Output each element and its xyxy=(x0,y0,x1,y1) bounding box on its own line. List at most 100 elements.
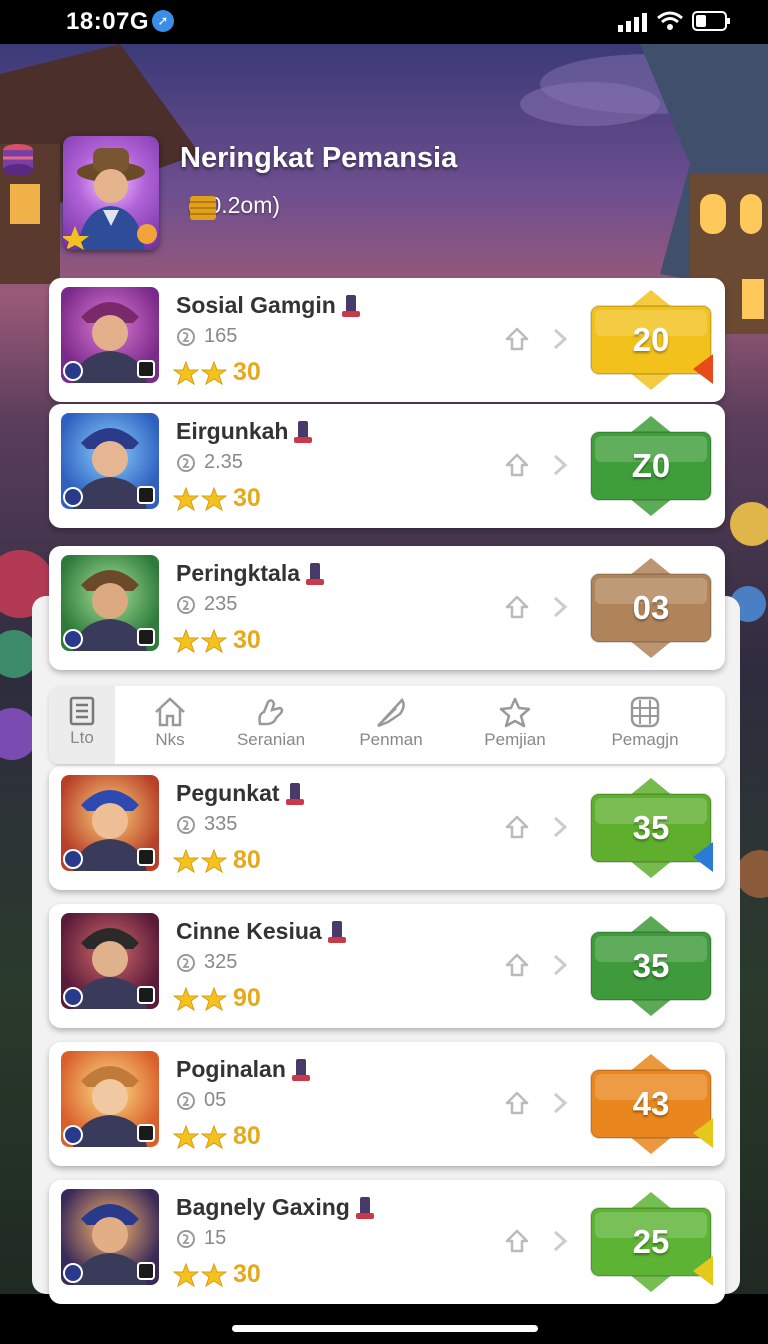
rank-badge[interactable]: 35 xyxy=(589,916,713,1016)
hand-icon xyxy=(258,699,284,726)
arrow-up-icon[interactable] xyxy=(504,594,530,620)
tab-pemjian[interactable]: Pemjian xyxy=(467,686,563,764)
player-stat: 2.35 xyxy=(204,451,243,473)
player-card[interactable]: Eirgunkah 2.35 30 Z0 xyxy=(49,404,725,528)
stat-icon xyxy=(177,815,195,834)
signal-icon xyxy=(618,13,647,32)
status-time: 18:07G xyxy=(66,8,150,35)
trophy-icon xyxy=(327,920,346,943)
player-name-row: Poginalan xyxy=(176,1056,312,1083)
arrow-up-icon[interactable] xyxy=(504,326,530,352)
player-name-row: Cinne Kesiua xyxy=(176,918,348,945)
coin-stack-icon xyxy=(190,196,216,220)
player-name: Pegunkat xyxy=(176,780,280,806)
player-stars-row: 80 xyxy=(173,1122,261,1151)
rank-badge[interactable]: 20 xyxy=(589,290,713,390)
feather-icon xyxy=(377,697,405,728)
player-stat: 15 xyxy=(204,1227,227,1249)
player-card[interactable]: Sosial Gamgin 165 30 20 xyxy=(49,278,725,402)
tab-label: Seranian xyxy=(236,730,306,749)
rank-badge[interactable]: 43 xyxy=(589,1054,713,1154)
player-stat: 325 xyxy=(204,951,238,973)
player-stars-row: 80 xyxy=(173,846,261,875)
player-card[interactable]: Peringktala 235 30 03 xyxy=(49,546,725,670)
rank-badge[interactable]: Z0 xyxy=(589,416,713,516)
player-name-row: Eirgunkah xyxy=(176,418,314,445)
rank-value: 35 xyxy=(632,947,670,984)
player-name: Poginalan xyxy=(176,1056,286,1082)
chevron-right-icon[interactable] xyxy=(550,326,570,352)
chevron-right-icon[interactable] xyxy=(550,1090,570,1116)
player-stat-row: 2.35 xyxy=(176,451,243,474)
battery-icon xyxy=(692,11,730,31)
player-stat-row: 325 xyxy=(176,951,237,974)
player-stars: 30 xyxy=(233,484,261,512)
player-name: Bagnely Gaxing xyxy=(176,1194,350,1220)
arrow-up-icon[interactable] xyxy=(504,452,530,478)
rank-value: 43 xyxy=(632,1085,670,1122)
player-name-row: Sosial Gamgin xyxy=(176,292,362,319)
player-stat-row: 335 xyxy=(176,813,237,836)
chevron-right-icon[interactable] xyxy=(550,1228,570,1254)
rank-badge[interactable]: 03 xyxy=(589,558,713,658)
player-card[interactable]: Bagnely Gaxing 15 30 25 xyxy=(49,1180,725,1304)
rank-badge[interactable]: 25 xyxy=(589,1192,713,1292)
tab-nks[interactable]: Nks xyxy=(129,686,211,764)
chevron-right-icon[interactable] xyxy=(550,594,570,620)
star-icon xyxy=(173,848,199,873)
player-name-row: Pegunkat xyxy=(176,780,306,807)
chevron-right-icon[interactable] xyxy=(550,952,570,978)
tab-pemagjn[interactable]: Pemagjn xyxy=(597,686,693,764)
player-name: Cinne Kesiua xyxy=(176,918,322,944)
chevron-right-icon[interactable] xyxy=(550,814,570,840)
grid-icon xyxy=(630,696,660,728)
player-stat-row: 165 xyxy=(176,325,237,348)
star-icon xyxy=(201,628,227,653)
star-icon xyxy=(201,486,227,511)
player-stat: 335 xyxy=(204,813,238,835)
player-card[interactable]: Cinne Kesiua 325 90 35 xyxy=(49,904,725,1028)
star-icon xyxy=(173,486,199,511)
player-stars: 80 xyxy=(233,846,261,874)
star-icon xyxy=(499,697,531,728)
player-stars-row: 30 xyxy=(173,358,261,387)
stat-icon xyxy=(177,595,195,614)
player-name: Eirgunkah xyxy=(176,418,289,444)
arrow-up-icon[interactable] xyxy=(504,1090,530,1116)
header-avatar[interactable] xyxy=(63,136,159,250)
player-name-row: Peringktala xyxy=(176,560,326,587)
arrow-up-icon[interactable] xyxy=(504,1228,530,1254)
player-stars-row: 30 xyxy=(173,626,261,655)
star-icon xyxy=(201,360,227,385)
player-avatar xyxy=(61,413,159,509)
player-stat: 235 xyxy=(204,593,238,615)
rank-value: 35 xyxy=(632,809,670,846)
stat-icon xyxy=(177,453,195,472)
home-indicator[interactable] xyxy=(232,1325,538,1332)
header-meta: (90.2om) xyxy=(188,192,280,220)
player-avatar xyxy=(61,1051,159,1147)
tab-penman[interactable]: Penman xyxy=(345,686,437,764)
tab-seranian[interactable]: Seranian xyxy=(225,686,317,764)
player-stars: 90 xyxy=(233,984,261,1012)
star-icon xyxy=(201,848,227,873)
player-stat: 165 xyxy=(204,325,238,347)
rank-value: 20 xyxy=(632,321,670,358)
rank-badge[interactable]: 35 xyxy=(589,778,713,878)
star-icon xyxy=(173,1262,199,1287)
player-avatar xyxy=(61,1189,159,1285)
wifi-icon xyxy=(657,11,683,30)
player-card[interactable]: Poginalan 05 80 43 xyxy=(49,1042,725,1166)
tab-label: Nks xyxy=(155,730,185,749)
player-stars-row: 30 xyxy=(173,484,261,513)
player-stars: 30 xyxy=(233,358,261,386)
player-card[interactable]: Pegunkat 335 80 35 xyxy=(49,766,725,890)
chevron-right-icon[interactable] xyxy=(550,452,570,478)
chips-icon xyxy=(3,144,33,176)
trophy-icon xyxy=(341,294,360,317)
star-icon xyxy=(173,628,199,653)
stat-icon xyxy=(177,1229,195,1248)
arrow-up-icon[interactable] xyxy=(504,814,530,840)
tab-lto[interactable]: Lto xyxy=(49,686,115,764)
arrow-up-icon[interactable] xyxy=(504,952,530,978)
